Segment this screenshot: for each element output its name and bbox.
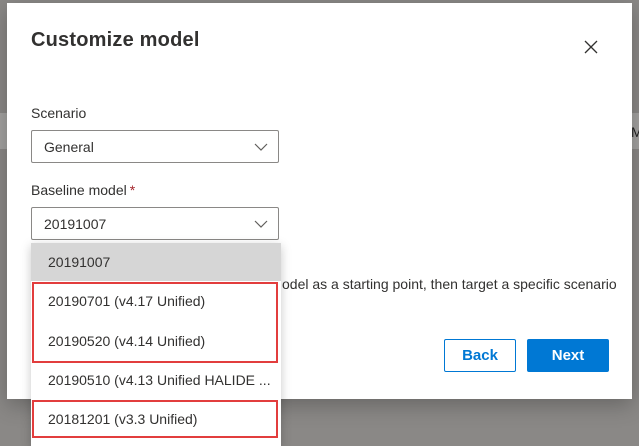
baseline-option[interactable]: 20181201 (v3.3 Unified) bbox=[31, 400, 281, 438]
baseline-model-label-text: Baseline model bbox=[31, 182, 127, 198]
baseline-option[interactable]: 20190510 (v4.13 Unified HALIDE ... bbox=[31, 361, 281, 399]
baseline-option[interactable]: 20190701 (v4.17 Unified) bbox=[31, 282, 281, 320]
required-marker: * bbox=[129, 182, 136, 198]
back-button[interactable]: Back bbox=[444, 339, 516, 372]
close-icon bbox=[584, 40, 598, 54]
background-page-text: M bbox=[631, 124, 639, 140]
description-text: odel as a starting point, then target a … bbox=[282, 276, 617, 292]
chevron-down-icon bbox=[254, 220, 268, 228]
close-button[interactable] bbox=[580, 36, 602, 58]
scenario-dropdown[interactable]: General bbox=[31, 130, 279, 163]
scenario-label: Scenario bbox=[31, 105, 87, 121]
next-button[interactable]: Next bbox=[527, 339, 609, 372]
dialog-title: Customize model bbox=[31, 29, 200, 51]
baseline-model-label: Baseline model * bbox=[31, 182, 135, 198]
baseline-model-dropdown[interactable]: 20191007 bbox=[31, 207, 279, 240]
baseline-model-dropdown-value: 20191007 bbox=[44, 216, 107, 232]
baseline-option[interactable]: 20190520 (v4.14 Unified) bbox=[31, 322, 281, 360]
chevron-down-icon bbox=[254, 143, 268, 151]
scenario-dropdown-value: General bbox=[44, 139, 94, 155]
baseline-model-options-menu: 20191007 20190701 (v4.17 Unified) 201905… bbox=[31, 243, 281, 446]
baseline-option-selected[interactable]: 20191007 bbox=[31, 243, 281, 281]
